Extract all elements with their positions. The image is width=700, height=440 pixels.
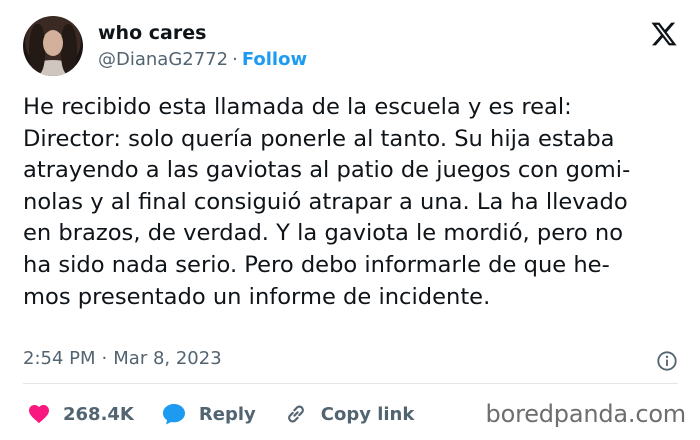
watermark: boredpanda.com <box>485 400 687 428</box>
reply-label: Reply <box>198 403 256 425</box>
tweet-line: He recibido esta llamada de la escuela y… <box>23 94 572 120</box>
tweet-line: nolas y al final consiguió atrapar a una… <box>23 188 628 215</box>
tweet-line: Director: solo quería ponerle al tanto. … <box>23 125 615 152</box>
action-bar: 268.4K Reply Copy link <box>23 398 441 430</box>
display-name[interactable]: who cares <box>98 21 206 45</box>
timestamp-separator: · <box>101 348 108 369</box>
tweet-line: mos presentado un informe de incidente. <box>23 283 491 310</box>
speech-bubble-icon <box>162 404 185 425</box>
tweet-line: ha sido nada serio. Pero debo informarle… <box>23 251 610 278</box>
follow-button[interactable]: Follow <box>242 49 307 70</box>
tweet-time: 2:54 PM <box>23 348 96 369</box>
heart-icon <box>29 405 49 424</box>
tweet-timestamp[interactable]: 2:54 PM · Mar 8, 2023 <box>23 347 222 371</box>
like-count: 268.4K <box>63 403 134 425</box>
copy-link-button[interactable]: Copy link <box>283 401 415 427</box>
x-logo-icon[interactable] <box>650 20 678 48</box>
handle-separator: · <box>232 49 238 70</box>
tweet-date: Mar 8, 2023 <box>113 348 222 369</box>
like-button[interactable]: 268.4K <box>23 402 134 426</box>
reply-button[interactable]: Reply <box>161 402 256 426</box>
divider <box>23 383 678 384</box>
handle-row: @DianaG2772 · Follow <box>98 48 307 72</box>
tweet-text: He recibido esta llamada de la escuela y… <box>23 92 683 313</box>
copy-link-label: Copy link <box>320 403 415 425</box>
tweet-line: atrayendo a las gaviotas al patio de jue… <box>23 157 631 184</box>
info-icon[interactable] <box>656 350 678 372</box>
avatar[interactable] <box>23 16 83 76</box>
tweet-line: en brazos, de verdad. Y la gaviota le mo… <box>23 220 624 247</box>
user-handle[interactable]: @DianaG2772 <box>98 49 228 70</box>
link-icon <box>287 405 304 423</box>
